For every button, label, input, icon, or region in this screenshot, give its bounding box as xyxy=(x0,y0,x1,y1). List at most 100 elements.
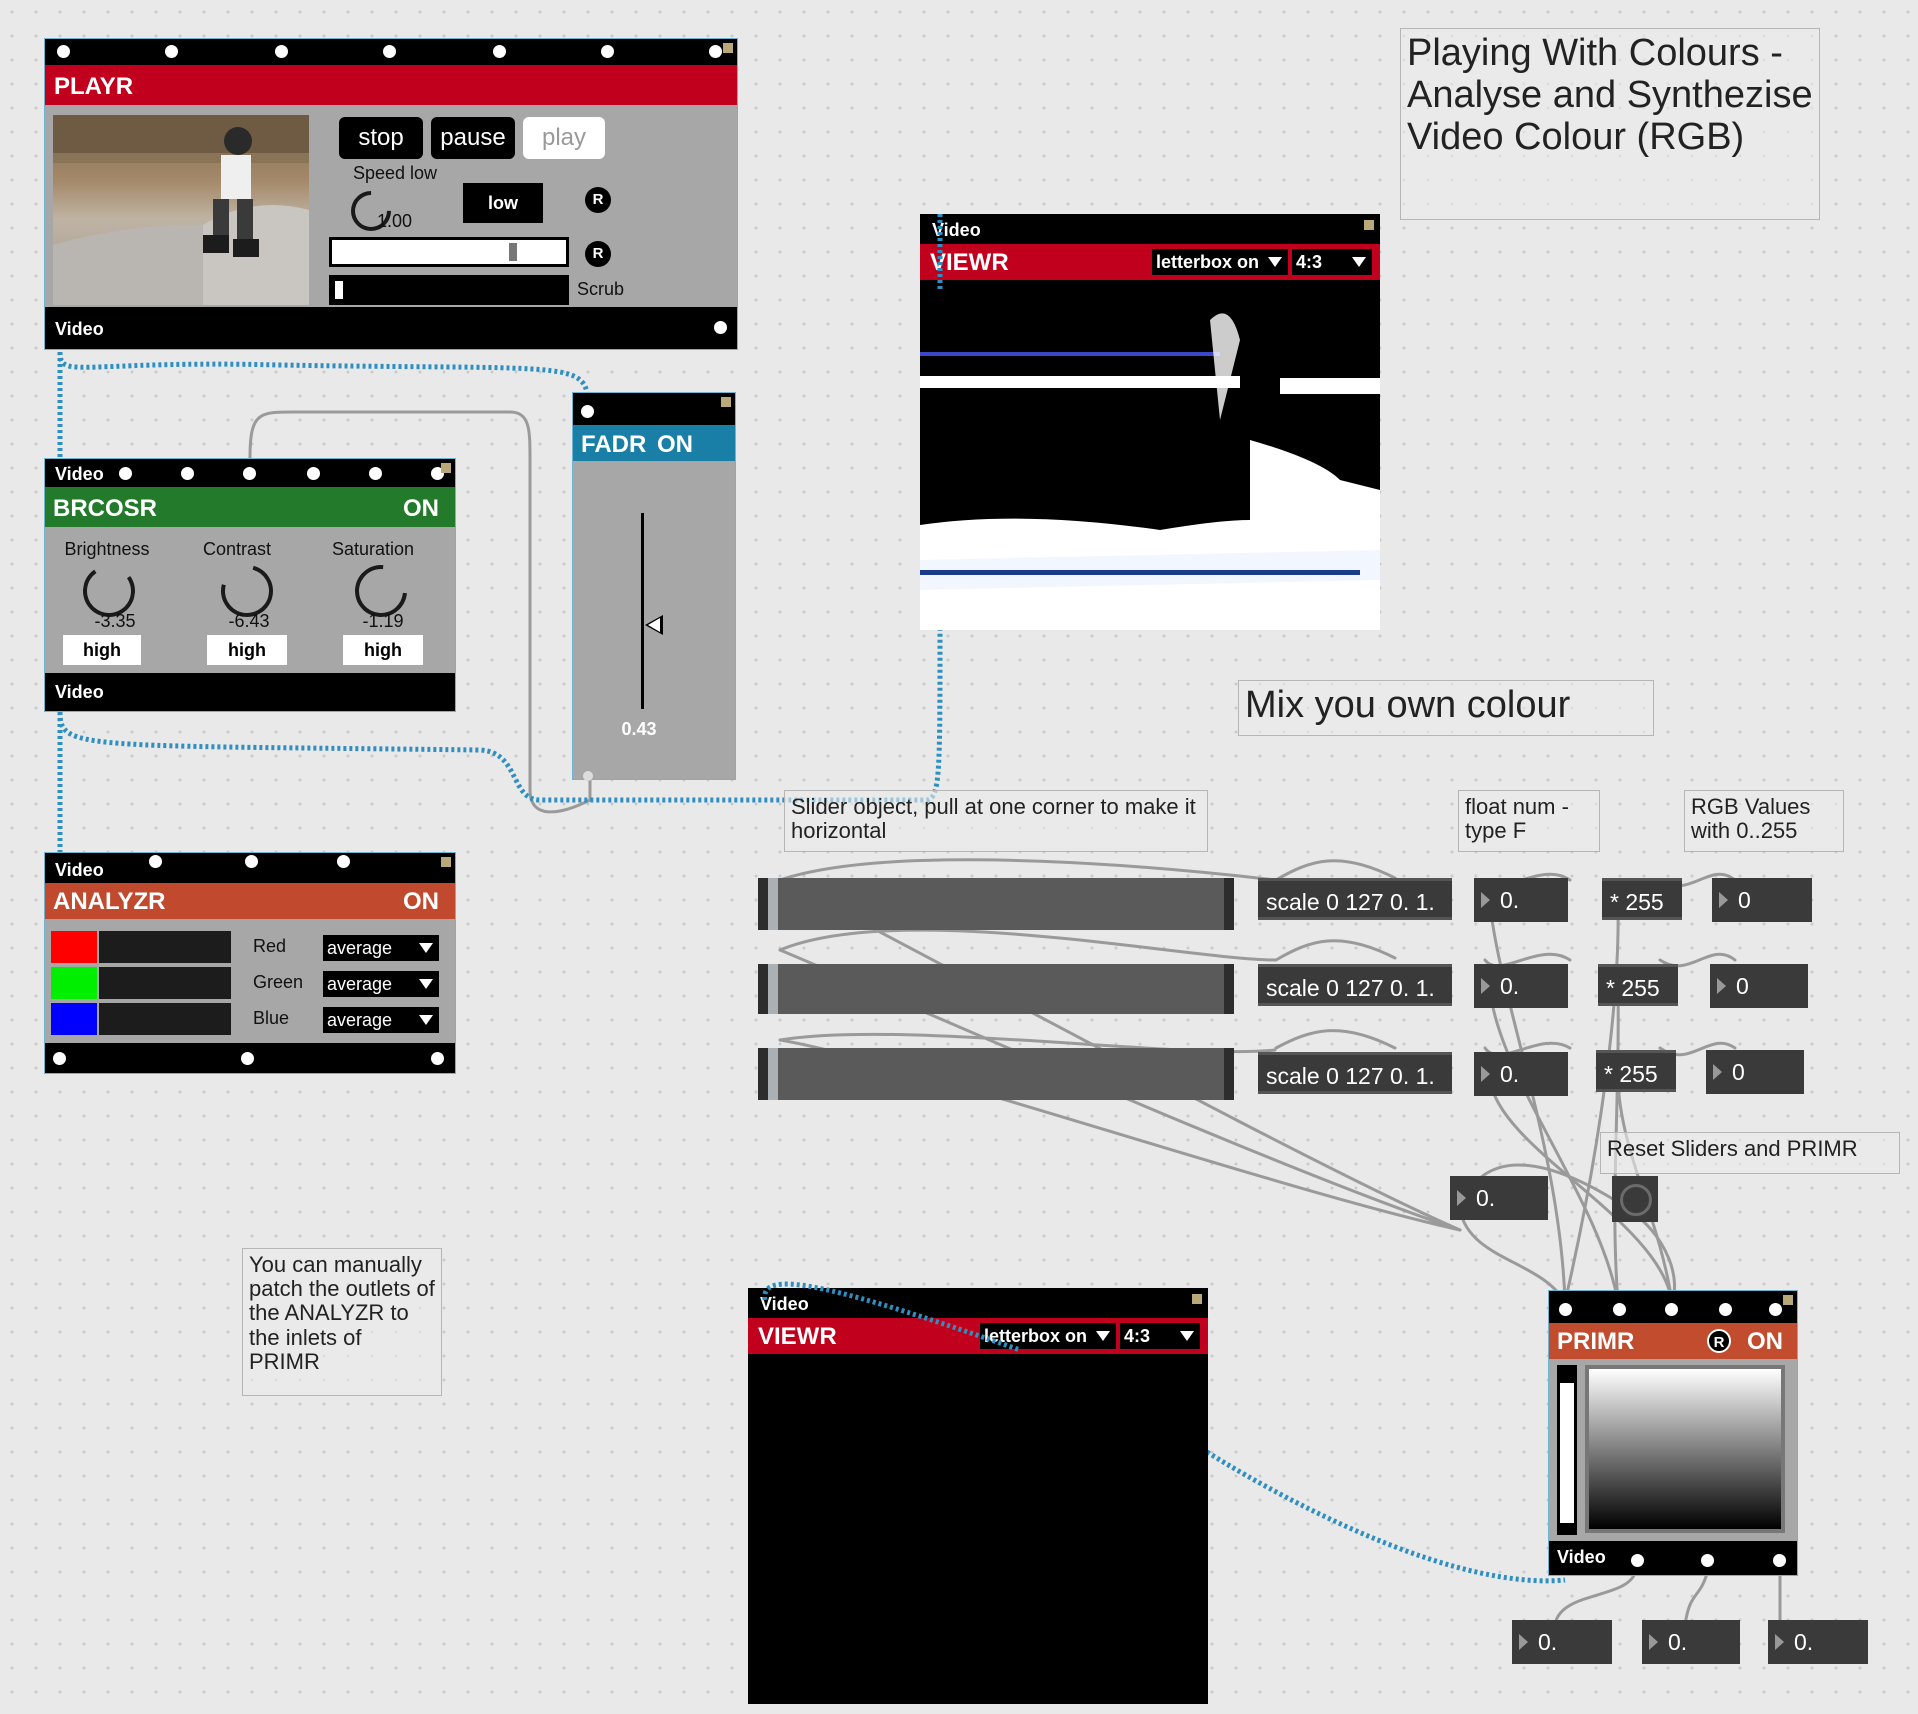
triangle-icon xyxy=(1481,978,1490,994)
viewr-bottom-title: VIEWR xyxy=(758,1323,837,1350)
fadr-status[interactable]: ON xyxy=(657,431,693,459)
triangle-icon xyxy=(1713,1064,1722,1080)
play-button[interactable]: play xyxy=(523,117,605,159)
outlet[interactable] xyxy=(1631,1554,1644,1567)
inlet[interactable] xyxy=(57,45,70,58)
primr-alpha-slider[interactable] xyxy=(1557,1365,1577,1535)
inlet[interactable] xyxy=(601,45,614,58)
resize-handle[interactable] xyxy=(723,43,733,53)
outlet[interactable] xyxy=(1701,1554,1714,1567)
processed-video-frame xyxy=(920,313,1380,630)
outlet[interactable] xyxy=(431,1052,444,1065)
reset-position-button[interactable]: R xyxy=(585,241,611,267)
output-float-g[interactable]: 0. xyxy=(1642,1620,1740,1664)
viewr-bottom-mode-dropdown[interactable]: letterbox on xyxy=(980,1323,1116,1349)
slider-knob[interactable] xyxy=(768,964,778,1014)
mult-object-green[interactable]: * 255 xyxy=(1598,964,1678,1006)
slider-knob[interactable] xyxy=(768,1048,778,1100)
inlet[interactable] xyxy=(369,467,382,480)
saturation-high-button[interactable]: high xyxy=(343,635,423,665)
resize-handle[interactable] xyxy=(1783,1295,1793,1305)
resize-handle[interactable] xyxy=(1192,1294,1202,1304)
inlet[interactable] xyxy=(709,45,722,58)
primr-reset-button[interactable]: R xyxy=(1707,1329,1731,1353)
primr-color-preview xyxy=(1585,1365,1785,1533)
float-box-blue[interactable]: 0. xyxy=(1474,1052,1568,1096)
green-label: Green xyxy=(253,972,304,992)
outlet[interactable] xyxy=(241,1052,254,1065)
float-note-comment: float num - type F xyxy=(1458,790,1600,852)
primr-status[interactable]: ON xyxy=(1747,1328,1783,1356)
fader-thumb-icon[interactable] xyxy=(645,614,663,635)
resize-handle[interactable] xyxy=(441,463,451,473)
int-box-blue[interactable]: 0 xyxy=(1706,1050,1804,1094)
position-slider[interactable] xyxy=(329,237,569,267)
int-box-green[interactable]: 0 xyxy=(1710,964,1808,1008)
outlet[interactable] xyxy=(583,771,593,781)
outlet[interactable] xyxy=(1773,1554,1786,1567)
analyzr-status[interactable]: ON xyxy=(403,888,439,916)
low-button[interactable]: low xyxy=(463,183,543,223)
viewr-top-mode-dropdown[interactable]: letterbox on xyxy=(1152,249,1288,275)
contrast-high-button[interactable]: high xyxy=(207,635,287,665)
mult-object-blue[interactable]: * 255 xyxy=(1596,1050,1676,1092)
inlet[interactable] xyxy=(1613,1303,1626,1316)
float-box-red[interactable]: 0. xyxy=(1474,878,1568,922)
scale-object-blue[interactable]: scale 0 127 0. 1. xyxy=(1258,1052,1452,1094)
position-thumb[interactable] xyxy=(509,243,517,261)
int-box-red[interactable]: 0 xyxy=(1712,878,1812,922)
viewr-top-aspect-dropdown[interactable]: 4:3 xyxy=(1292,249,1372,275)
inlet[interactable] xyxy=(493,45,506,58)
analyzr-module: Video ANALYZR ON Red average Green avera… xyxy=(44,852,456,1074)
viewr-bottom-aspect-dropdown[interactable]: 4:3 xyxy=(1120,1323,1200,1349)
float-box-green[interactable]: 0. xyxy=(1474,964,1568,1008)
brcosr-header-label: Video xyxy=(55,464,104,484)
chevron-down-icon xyxy=(1268,257,1282,267)
inlet[interactable] xyxy=(1719,1303,1732,1316)
resize-handle[interactable] xyxy=(721,397,731,407)
stop-button[interactable]: stop xyxy=(339,117,423,159)
red-slider[interactable] xyxy=(758,878,1234,930)
triangle-icon xyxy=(1775,1634,1784,1650)
scale-object-green[interactable]: scale 0 127 0. 1. xyxy=(1258,964,1452,1006)
inlet[interactable] xyxy=(275,45,288,58)
float-box-extra[interactable]: 0. xyxy=(1450,1176,1548,1220)
blue-slider[interactable] xyxy=(758,1048,1234,1100)
mult-object-red[interactable]: * 255 xyxy=(1602,878,1682,920)
triangle-icon xyxy=(1649,1634,1658,1650)
reset-bang-button[interactable] xyxy=(1612,1176,1658,1222)
green-mode-dropdown[interactable]: average xyxy=(323,971,439,997)
inlet[interactable] xyxy=(383,45,396,58)
inlet[interactable] xyxy=(165,45,178,58)
scrub-slider[interactable] xyxy=(329,275,569,305)
output-float-b[interactable]: 0. xyxy=(1768,1620,1868,1664)
fader-track[interactable] xyxy=(641,513,644,709)
inlet[interactable] xyxy=(1559,1303,1572,1316)
inlet[interactable] xyxy=(1665,1303,1678,1316)
inlet[interactable] xyxy=(337,855,350,868)
slider-knob[interactable] xyxy=(768,878,778,930)
video-thumbnail xyxy=(53,115,309,305)
output-float-r[interactable]: 0. xyxy=(1512,1620,1612,1664)
outlet[interactable] xyxy=(714,321,727,334)
inlet[interactable] xyxy=(149,855,162,868)
red-mode-dropdown[interactable]: average xyxy=(323,935,439,961)
brightness-high-button[interactable]: high xyxy=(63,635,141,665)
green-slider[interactable] xyxy=(758,964,1234,1014)
resize-handle[interactable] xyxy=(1364,220,1374,230)
pause-button[interactable]: pause xyxy=(431,117,515,159)
inlet[interactable] xyxy=(181,467,194,480)
contrast-value: -6.43 xyxy=(228,611,270,631)
brcosr-status[interactable]: ON xyxy=(403,495,439,523)
inlet[interactable] xyxy=(581,405,594,418)
outlet[interactable] xyxy=(53,1052,66,1065)
inlet[interactable] xyxy=(119,467,132,480)
reset-speed-button[interactable]: R xyxy=(585,187,611,213)
scale-object-red[interactable]: scale 0 127 0. 1. xyxy=(1258,878,1452,920)
inlet[interactable] xyxy=(243,467,256,480)
blue-mode-dropdown[interactable]: average xyxy=(323,1007,439,1033)
inlet[interactable] xyxy=(245,855,258,868)
resize-handle[interactable] xyxy=(441,857,451,867)
inlet[interactable] xyxy=(307,467,320,480)
inlet[interactable] xyxy=(1769,1303,1782,1316)
